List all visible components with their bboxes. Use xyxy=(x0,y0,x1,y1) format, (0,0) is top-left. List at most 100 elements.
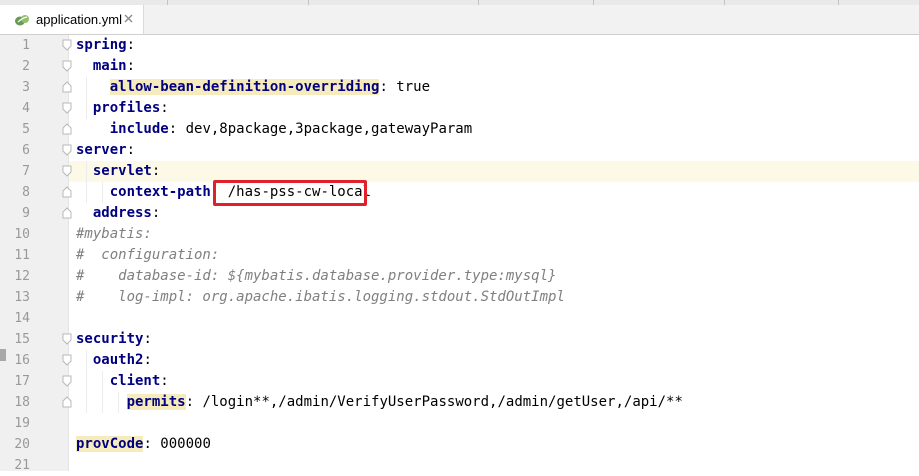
fold-open-icon[interactable] xyxy=(62,375,72,387)
yaml-key-token: context-path xyxy=(109,184,211,200)
fold-end-icon[interactable] xyxy=(62,81,72,93)
code-line[interactable]: 12 # database-id: ${mybatis.database.prov… xyxy=(0,266,919,287)
tab-application-yml[interactable]: application.yml xyxy=(0,5,144,34)
line-number: 12 xyxy=(14,269,30,284)
code-line[interactable]: 15 security: xyxy=(0,329,919,350)
code-line[interactable]: 8 context-path: /has-pss-cw-local xyxy=(0,182,919,203)
code-line[interactable]: 2 main: xyxy=(0,56,919,77)
line-number: 21 xyxy=(14,458,30,473)
code-line[interactable]: 4 profiles: xyxy=(0,98,919,119)
yaml-value-token xyxy=(76,163,93,179)
line-number: 13 xyxy=(14,290,30,305)
line-number: 14 xyxy=(14,311,30,326)
line-number: 11 xyxy=(14,248,30,263)
fold-open-icon[interactable] xyxy=(62,144,72,156)
line-number: 7 xyxy=(22,164,30,179)
yaml-key-token: main xyxy=(92,58,127,74)
code-text: permits: /login**,/admin/VerifyUserPassw… xyxy=(76,392,683,413)
yaml-key-token: server xyxy=(76,142,127,158)
line-number: 6 xyxy=(22,143,30,158)
code-text: include: dev,8package,3package,gatewayPa… xyxy=(76,119,472,140)
indent-guide xyxy=(102,182,103,203)
close-icon[interactable] xyxy=(123,13,134,24)
code-line[interactable]: 10 #mybatis: xyxy=(0,224,919,245)
yaml-value-token xyxy=(76,100,93,116)
yaml-value-token xyxy=(76,58,93,74)
yaml-value-token: : xyxy=(151,163,161,179)
editor-tab-bar: application.yml xyxy=(0,5,919,35)
yaml-value-token: : dev,8package,3package,gatewayParam xyxy=(168,121,473,137)
code-line[interactable]: 1 spring: xyxy=(0,35,919,56)
indent-guide xyxy=(86,77,87,119)
code-text: oauth2: xyxy=(76,350,152,371)
code-text: profiles: xyxy=(76,98,169,119)
comment-token: # log-impl: org.apache.ibatis.logging.st… xyxy=(76,289,565,305)
code-line[interactable]: 9 address: xyxy=(0,203,919,224)
code-line[interactable]: 11 # configuration: xyxy=(0,245,919,266)
indent-guide xyxy=(86,161,87,203)
yaml-key-token: include xyxy=(109,121,169,137)
yaml-value-token: : xyxy=(160,373,169,389)
code-text: servlet: xyxy=(76,161,160,182)
code-text: #mybatis: xyxy=(76,224,152,245)
yaml-value-token: : xyxy=(126,142,136,158)
indent-guide xyxy=(86,350,87,413)
yaml-value-token xyxy=(76,184,110,200)
yaml-key-token: profiles xyxy=(92,100,161,116)
yaml-key-token: address xyxy=(92,205,152,221)
code-text: # configuration: xyxy=(76,245,219,266)
code-line[interactable]: 17 client: xyxy=(0,371,919,392)
fold-end-icon[interactable] xyxy=(62,207,72,219)
yaml-value-token: : true xyxy=(379,79,431,95)
yaml-value-token xyxy=(76,79,110,95)
code-line[interactable]: 6 server: xyxy=(0,140,919,161)
yaml-key-token: security xyxy=(76,331,144,347)
code-text: server: xyxy=(76,140,135,161)
code-line[interactable]: 21 xyxy=(0,455,919,476)
code-line[interactable]: 19 xyxy=(0,413,919,434)
code-text: security: xyxy=(76,329,152,350)
line-number: 18 xyxy=(14,395,30,410)
comment-token: # configuration: xyxy=(76,247,220,263)
line-number: 1 xyxy=(22,38,30,53)
yaml-key-token: client xyxy=(109,373,161,389)
yaml-key-token: permits xyxy=(126,394,186,410)
line-number: 4 xyxy=(22,101,30,116)
fold-end-icon[interactable] xyxy=(62,123,72,135)
line-number: 16 xyxy=(14,353,30,368)
code-text: client: xyxy=(76,371,169,392)
fold-open-icon[interactable] xyxy=(62,39,72,51)
yaml-value-token: : xyxy=(151,205,161,221)
yaml-value-token xyxy=(76,352,93,368)
code-text: spring: xyxy=(76,35,135,56)
yaml-value-token: : xyxy=(143,331,152,347)
yaml-value-token xyxy=(76,373,110,389)
annotation-highlight-box xyxy=(213,180,367,206)
code-line[interactable]: 7 servlet: xyxy=(0,161,919,182)
fold-open-icon[interactable] xyxy=(62,165,72,177)
fold-open-icon[interactable] xyxy=(62,354,72,366)
yaml-value-token: : xyxy=(143,352,152,368)
code-line[interactable]: 13 # log-impl: org.apache.ibatis.logging.… xyxy=(0,287,919,308)
code-line[interactable]: 3 allow-bean-definition-overriding: true xyxy=(0,77,919,98)
fold-open-icon[interactable] xyxy=(62,102,72,114)
yaml-value-token: : xyxy=(126,58,136,74)
yaml-value-token: : /login**,/admin/VerifyUserPassword,/ad… xyxy=(185,394,683,410)
fold-open-icon[interactable] xyxy=(62,60,72,72)
fold-end-icon[interactable] xyxy=(62,396,72,408)
fold-open-icon[interactable] xyxy=(62,333,72,345)
yaml-key-token: allow-bean-definition-overriding xyxy=(109,79,380,95)
code-line[interactable]: 18 permits: /login**,/admin/VerifyUserPa… xyxy=(0,392,919,413)
code-line[interactable]: 20 provCode: 000000 xyxy=(0,434,919,455)
line-number: 15 xyxy=(14,332,30,347)
line-number: 17 xyxy=(14,374,30,389)
fold-end-icon[interactable] xyxy=(62,186,72,198)
yaml-key-token: provCode xyxy=(76,436,144,452)
indent-guide xyxy=(102,371,103,413)
code-line[interactable]: 16 oauth2: xyxy=(0,350,919,371)
code-text: # log-impl: org.apache.ibatis.logging.st… xyxy=(76,287,565,308)
comment-token: #mybatis: xyxy=(76,226,152,242)
line-number: 20 xyxy=(14,437,30,452)
code-line[interactable]: 14 xyxy=(0,308,919,329)
code-line[interactable]: 5 include: dev,8package,3package,gateway… xyxy=(0,119,919,140)
